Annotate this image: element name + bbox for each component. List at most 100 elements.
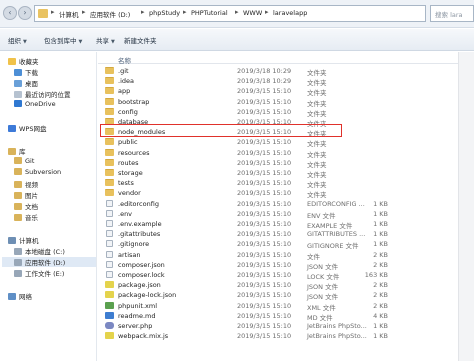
forward-button[interactable]: › — [18, 6, 32, 20]
file-row[interactable]: .git 2019/3/18 10:29 文件夹 — [98, 66, 474, 77]
file-row[interactable]: public 2019/3/15 15:10 文件夹 — [98, 137, 474, 148]
file-row[interactable]: package-lock.json 2019/3/15 15:10 JSON 文件 2… — [98, 290, 474, 301]
file-row[interactable]: webpack.mix.js 2019/3/15 15:10 JetBrains P… — [98, 331, 474, 341]
sidebar-item-computer[interactable]: 计算机 — [8, 235, 39, 245]
column-header-name[interactable]: 名称 — [118, 55, 131, 65]
back-button[interactable]: ‹ — [3, 6, 17, 20]
chevron-right-icon: ▸ — [265, 8, 269, 16]
file-size: 2 KB — [373, 250, 388, 259]
vertical-scrollbar[interactable] — [458, 52, 474, 361]
breadcrumb-phpstudy[interactable]: phpStudy — [149, 9, 180, 17]
file-file-icon — [106, 220, 113, 227]
file-date: 2019/3/15 15:10 — [237, 322, 292, 330]
file-name: package.json — [118, 281, 161, 290]
file-date: 2019/3/18 10:29 — [237, 77, 292, 86]
sidebar-item-recent[interactable]: 最近访问的位置 — [14, 89, 71, 99]
folder-icon — [105, 158, 114, 166]
library-icon — [8, 148, 16, 155]
sidebar-item-videos[interactable]: 视频 — [14, 179, 38, 189]
file-name: app — [118, 87, 131, 96]
sidebar-item-work-disk-e[interactable]: 工作文件 (E:) — [14, 268, 64, 278]
picture-icon — [14, 192, 22, 199]
file-name: .editorconfig — [118, 199, 159, 208]
sidebar-item-local-disk-c[interactable]: 本地磁盘 (C:) — [14, 246, 65, 256]
breadcrumb-www[interactable]: WWW — [243, 9, 262, 17]
sidebar-item-pictures[interactable]: 图片 — [14, 190, 38, 200]
file-row[interactable]: config 2019/3/15 15:10 文件夹 — [98, 107, 474, 118]
file-row[interactable]: readme.md 2019/3/15 15:10 MD 文件 4 KB — [98, 311, 474, 322]
breadcrumb-laravelapp[interactable]: laravelapp — [273, 9, 307, 17]
folder-icon — [105, 189, 114, 197]
file-date: 2019/3/15 15:10 — [237, 250, 292, 259]
desktop-icon — [14, 80, 22, 87]
file-date: 2019/3/15 15:10 — [237, 169, 292, 177]
file-row[interactable]: tests 2019/3/15 15:10 文件夹 — [98, 178, 474, 189]
file-row[interactable]: resources 2019/3/15 15:10 文件夹 — [98, 148, 474, 159]
file-row[interactable]: routes 2019/3/15 15:10 文件夹 — [98, 158, 474, 169]
file-date: 2019/3/15 15:10 — [237, 158, 292, 167]
file-row[interactable]: composer.json 2019/3/15 15:10 JSON 文件 2 KB — [98, 260, 474, 271]
file-file-icon — [106, 260, 113, 268]
sidebar-item-app-disk-d[interactable]: 应用软件 (D:) — [2, 257, 96, 267]
sidebar-item-network[interactable]: 网络 — [8, 291, 32, 301]
new-folder-button[interactable]: 新建文件夹 — [124, 35, 157, 45]
sidebar-item-subversion[interactable]: Subversion — [14, 168, 61, 178]
file-row[interactable]: bootstrap 2019/3/15 15:10 文件夹 — [98, 97, 474, 108]
file-file-icon — [106, 199, 113, 207]
file-name: package-lock.json — [118, 291, 177, 300]
sidebar-item-libraries[interactable]: 库 — [8, 146, 26, 156]
file-file-icon — [106, 230, 113, 238]
sidebar-item-music[interactable]: 音乐 — [14, 212, 38, 222]
address-bar[interactable]: ▸ 计算机 ▸ 应用软件 (D:) ▸ phpStudy ▸ PHPTutori… — [34, 5, 426, 22]
breadcrumb-drive[interactable]: 应用软件 (D:) — [90, 9, 130, 19]
file-date: 2019/3/15 15:10 — [237, 179, 292, 188]
file-type: JetBrains PhpSto... — [307, 322, 367, 330]
sidebar-item-wps[interactable]: WPS网盘 — [8, 123, 46, 133]
document-icon — [14, 203, 22, 210]
sidebar-item-git[interactable]: Git — [14, 157, 34, 167]
sidebar-item-documents[interactable]: 文档 — [14, 201, 38, 211]
file-date: 2019/3/15 15:10 — [237, 271, 292, 279]
file-row[interactable]: app 2019/3/15 15:10 文件夹 — [98, 86, 474, 97]
sidebar-item-desktop[interactable]: 桌面 — [14, 78, 38, 88]
organize-button[interactable]: 组织 ▼ — [8, 35, 27, 45]
file-row[interactable]: composer.lock 2019/3/15 15:10 LOCK 文件 163 K… — [98, 270, 474, 281]
address-bar-row: ‹ › ▸ 计算机 ▸ 应用软件 (D:) ▸ phpStudy ▸ PHPTu… — [0, 0, 474, 28]
file-name: vendor — [118, 189, 141, 198]
file-row[interactable]: server.php 2019/3/15 15:10 JetBrains PhpSt… — [98, 321, 474, 331]
file-row[interactable]: vendor 2019/3/15 15:10 文件夹 — [98, 188, 474, 199]
js-file-icon — [105, 281, 114, 289]
md-file-icon — [105, 311, 114, 319]
file-row[interactable]: package.json 2019/3/15 15:10 JSON 文件 2 KB — [98, 280, 474, 291]
file-row[interactable]: .editorconfig 2019/3/15 15:10 EDITORCONFIG… — [98, 199, 474, 209]
recent-places-icon — [14, 91, 22, 98]
file-row[interactable]: .idea 2019/3/18 10:29 文件夹 — [98, 76, 474, 87]
file-row[interactable]: storage 2019/3/15 15:10 文件夹 — [98, 168, 474, 179]
file-size: 163 KB — [364, 271, 388, 279]
file-row[interactable]: .env.example 2019/3/15 15:10 EXAMPLE 文件 1 K… — [98, 219, 474, 230]
wps-cloud-icon — [8, 125, 16, 132]
file-row[interactable]: .gitignore 2019/3/15 15:10 GITIGNORE 文件 1 K… — [98, 239, 474, 250]
file-row[interactable]: .env 2019/3/15 15:10 ENV 文件 1 KB — [98, 209, 474, 220]
js-file-icon — [105, 291, 114, 299]
breadcrumb-phptutorial[interactable]: PHPTutorial — [191, 9, 228, 17]
search-input[interactable]: 搜索 lara — [430, 5, 474, 22]
file-date: 2019/3/15 15:10 — [237, 281, 292, 290]
file-name: .git — [118, 67, 129, 75]
share-button[interactable]: 共享 ▼ — [96, 35, 115, 45]
file-name: .idea — [118, 77, 134, 86]
file-size: 2 KB — [373, 301, 388, 310]
file-row[interactable]: artisan 2019/3/15 15:10 文件 2 KB — [98, 250, 474, 261]
sidebar-item-onedrive[interactable]: OneDrive — [14, 100, 56, 110]
sidebar-item-downloads[interactable]: 下载 — [14, 67, 38, 77]
breadcrumb-computer[interactable]: 计算机 — [59, 9, 79, 19]
chevron-down-icon: ▼ — [23, 39, 27, 45]
video-icon — [14, 181, 22, 188]
file-type: JetBrains PhpSto... — [307, 332, 367, 341]
include-in-library-button[interactable]: 包含到库中 ▼ — [44, 35, 82, 45]
file-file-icon — [106, 271, 113, 278]
sidebar-item-favorites[interactable]: 收藏夹 — [8, 56, 39, 66]
file-row[interactable]: .gitattributes 2019/3/15 15:10 GITATTRIBUT… — [98, 229, 474, 239]
file-row[interactable]: phpunit.xml 2019/3/15 15:10 XML 文件 2 KB — [98, 301, 474, 312]
network-icon — [8, 293, 16, 300]
